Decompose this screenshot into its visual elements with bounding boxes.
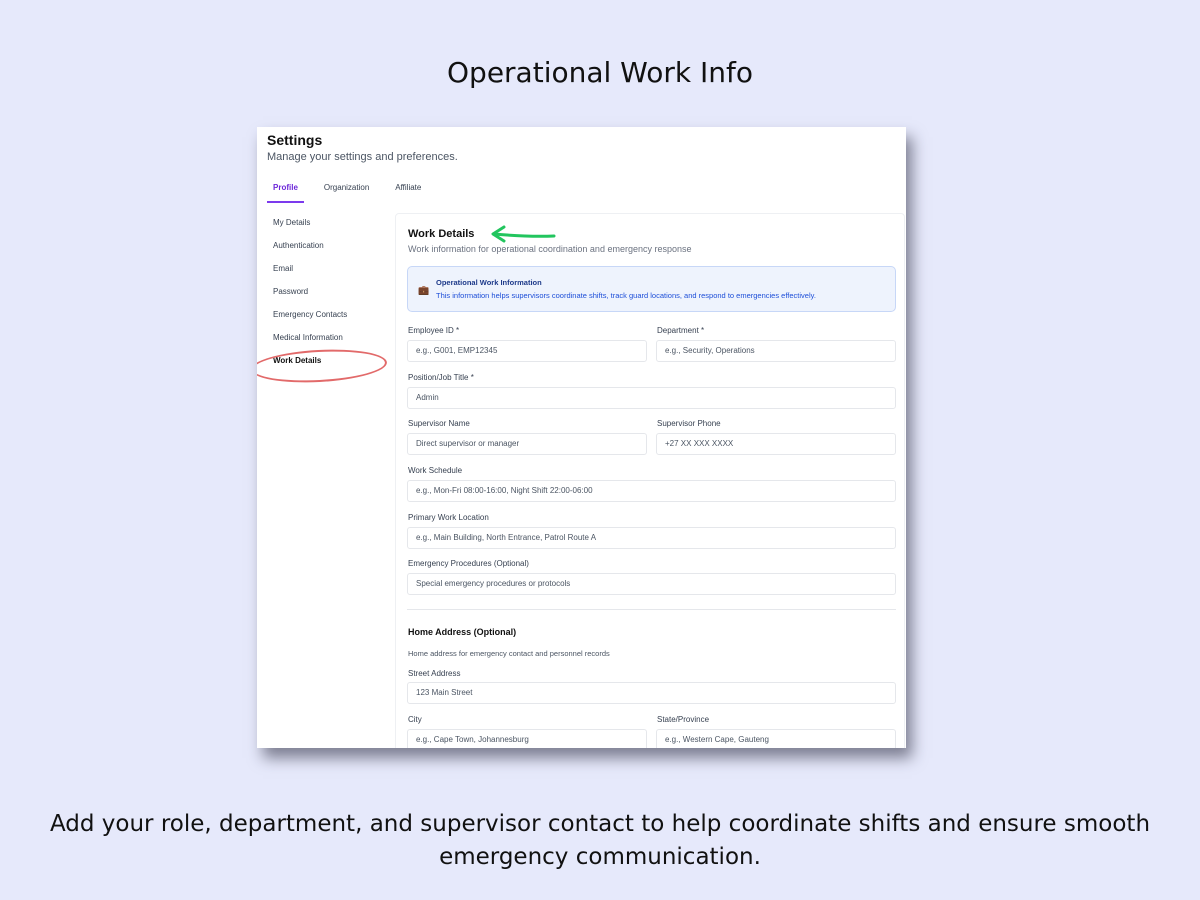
sidebar-item-email[interactable]: Email — [273, 263, 383, 286]
info-text: This information helps supervisors coord… — [436, 291, 816, 300]
page-title: Settings — [267, 132, 323, 148]
page-subtitle: Manage your settings and preferences. — [267, 151, 458, 163]
emergency-procedures-label: Emergency Procedures (Optional) — [408, 559, 529, 568]
work-schedule-label: Work Schedule — [408, 466, 463, 475]
arrow-annotation-icon — [491, 225, 556, 243]
position-input[interactable]: Admin — [407, 387, 896, 409]
section-divider — [407, 609, 896, 610]
street-address-input[interactable]: 123 Main Street — [407, 682, 896, 704]
settings-screenshot: Settings Manage your settings and prefer… — [257, 127, 906, 748]
state-label: State/Province — [657, 715, 710, 724]
state-input[interactable]: e.g., Western Cape, Gauteng — [656, 729, 896, 748]
street-address-label: Street Address — [408, 669, 461, 678]
settings-sidebar: My Details Authentication Email Password… — [257, 217, 388, 386]
info-box: 💼 Operational Work Information This info… — [407, 266, 896, 312]
department-input[interactable]: e.g., Security, Operations — [656, 340, 896, 362]
position-label: Position/Job Title * — [408, 373, 474, 382]
supervisor-phone-label: Supervisor Phone — [657, 419, 721, 428]
sidebar-item-password[interactable]: Password — [273, 286, 383, 309]
city-input[interactable]: e.g., Cape Town, Johannesburg — [407, 729, 647, 748]
home-address-subtitle: Home address for emergency contact and p… — [408, 649, 610, 658]
supervisor-name-input[interactable]: Direct supervisor or manager — [407, 433, 647, 455]
employee-id-label: Employee ID * — [408, 326, 460, 335]
tab-affiliate[interactable]: Affiliate — [389, 181, 427, 203]
work-details-panel: Work Details Work information for operat… — [395, 213, 905, 748]
slide-title: Operational Work Info — [447, 56, 753, 89]
slide-caption: Add your role, department, and superviso… — [49, 811, 1151, 870]
emergency-procedures-input[interactable]: Special emergency procedures or protocol… — [407, 573, 896, 595]
supervisor-name-label: Supervisor Name — [408, 419, 470, 428]
home-address-title: Home Address (Optional) — [408, 627, 517, 637]
primary-location-label: Primary Work Location — [408, 513, 489, 522]
info-title: Operational Work Information — [436, 278, 542, 287]
section-title: Work Details — [408, 228, 475, 240]
department-label: Department * — [657, 326, 705, 335]
sidebar-item-emergency-contacts[interactable]: Emergency Contacts — [273, 309, 383, 332]
briefcase-icon: 💼 — [418, 285, 430, 295]
supervisor-phone-input[interactable]: +27 XX XXX XXXX — [656, 433, 896, 455]
tab-organization[interactable]: Organization — [318, 181, 375, 203]
sidebar-item-authentication[interactable]: Authentication — [273, 240, 383, 263]
city-label: City — [408, 715, 422, 724]
section-subtitle: Work information for operational coordin… — [408, 244, 692, 254]
employee-id-input[interactable]: e.g., G001, EMP12345 — [407, 340, 647, 362]
primary-location-input[interactable]: e.g., Main Building, North Entrance, Pat… — [407, 527, 896, 549]
work-schedule-input[interactable]: e.g., Mon-Fri 08:00-16:00, Night Shift 2… — [407, 480, 896, 502]
tab-profile[interactable]: Profile — [267, 181, 304, 203]
sidebar-item-my-details[interactable]: My Details — [273, 217, 383, 240]
settings-tabs: Profile Organization Affiliate — [267, 181, 427, 203]
